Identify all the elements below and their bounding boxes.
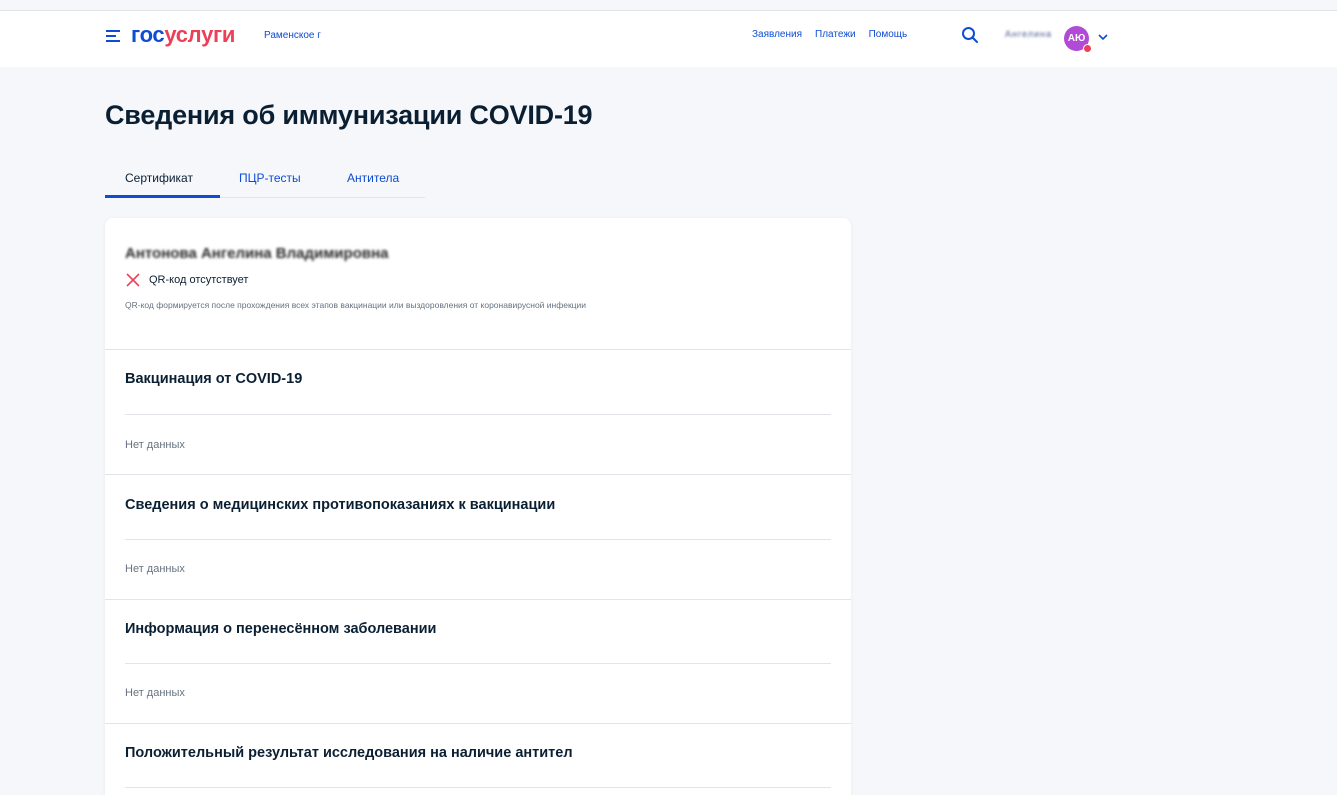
divider xyxy=(125,663,831,664)
divider xyxy=(105,474,851,475)
tab-pcr-tests[interactable]: ПЦР-тесты xyxy=(239,171,301,185)
section-value-illness: Нет данных xyxy=(125,687,185,699)
logo-part-gos: гос xyxy=(131,22,165,47)
user-name[interactable]: Ангелина xyxy=(1005,29,1052,39)
section-title-contraindications[interactable]: Сведения о медицинских противопоказаниях… xyxy=(125,497,555,513)
divider xyxy=(105,599,851,600)
search-icon[interactable] xyxy=(961,26,979,44)
divider xyxy=(125,787,831,788)
nav-link-applications[interactable]: Заявления xyxy=(752,29,802,40)
chevron-down-icon[interactable] xyxy=(1097,32,1109,42)
page-title: Сведения об иммунизации COVID-19 xyxy=(105,100,593,130)
tabs-bar: Сертификат ПЦР-тесты Антитела xyxy=(105,163,425,198)
logo-part-uslugi: услуги xyxy=(164,22,236,47)
nav-link-payments[interactable]: Платежи xyxy=(815,29,856,40)
tab-antibodies[interactable]: Антитела xyxy=(347,171,399,185)
nav-link-help[interactable]: Помощь xyxy=(869,29,908,40)
section-title-antibodies[interactable]: Положительный результат исследования на … xyxy=(125,745,573,761)
qr-status-row: QR-код отсутствует xyxy=(125,272,248,288)
tab-certificate[interactable]: Сертификат xyxy=(125,171,193,185)
qr-note: QR-код формируется после прохождения все… xyxy=(125,300,587,310)
section-value-contraindications: Нет данных xyxy=(125,563,185,575)
divider xyxy=(125,414,831,415)
section-value-vaccination: Нет данных xyxy=(125,439,185,451)
qr-status-text: QR-код отсутствует xyxy=(149,274,249,286)
section-title-illness[interactable]: Информация о перенесённом заболевании xyxy=(125,621,436,637)
divider xyxy=(105,349,851,350)
divider xyxy=(125,539,831,540)
top-header: госуслуги Раменское г Заявления Платежи … xyxy=(0,11,1337,67)
close-icon xyxy=(126,273,140,287)
notification-dot xyxy=(1083,44,1092,53)
person-name: Антонова Ангелина Владимировна xyxy=(125,245,389,262)
divider xyxy=(105,723,851,724)
top-nav: Заявления Платежи Помощь xyxy=(752,29,907,40)
section-title-vaccination[interactable]: Вакцинация от COVID-19 xyxy=(125,371,302,387)
city-selector[interactable]: Раменское г xyxy=(264,30,321,41)
active-tab-indicator xyxy=(105,195,220,198)
immunization-card: Антонова Ангелина Владимировна QR-код от… xyxy=(105,218,851,795)
gosuslugi-logo[interactable]: госуслуги xyxy=(131,22,235,48)
menu-icon[interactable] xyxy=(106,30,120,42)
